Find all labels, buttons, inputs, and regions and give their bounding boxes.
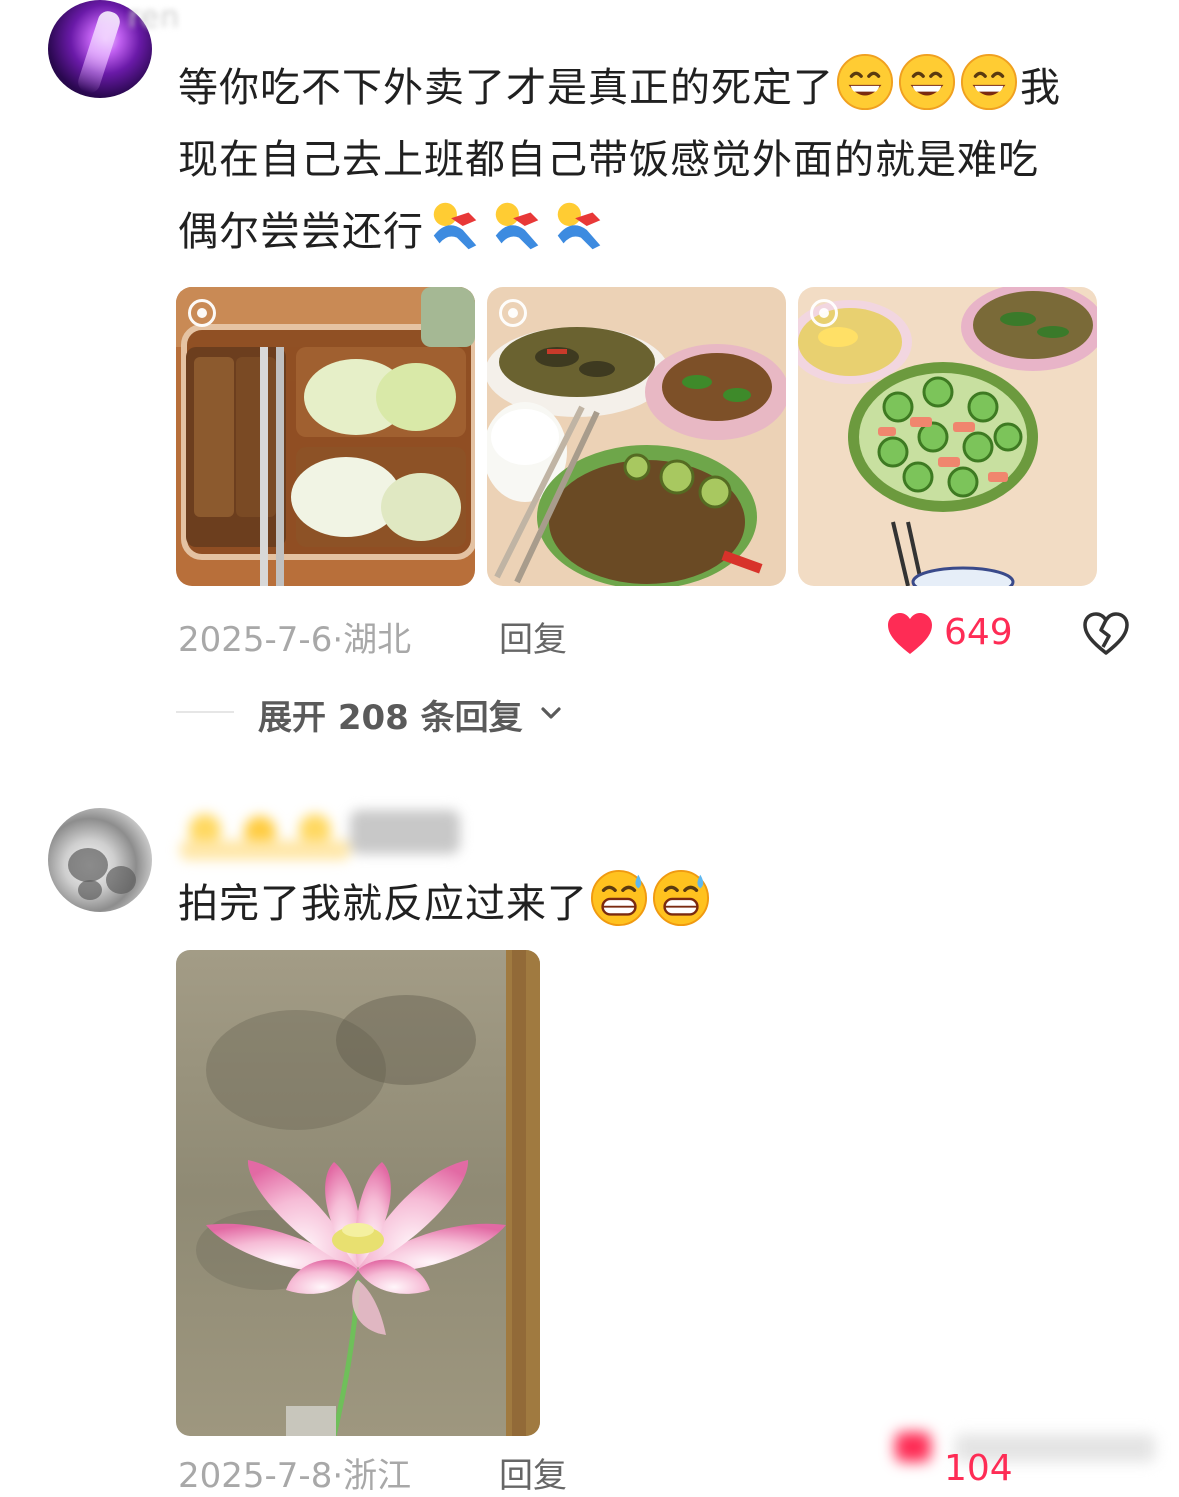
cucumber-salad-photo-image <box>798 287 1097 586</box>
comment-meta: 2025-7-6·湖北 <box>178 612 411 661</box>
divider-line <box>176 711 234 713</box>
falling-person-emoji <box>557 202 601 250</box>
cucumber-salad-photo[interactable] <box>798 287 1097 586</box>
falling-person-emoji <box>433 202 477 250</box>
comment-location: 湖北 <box>343 620 412 660</box>
grin-sweat-emoji <box>652 869 710 927</box>
grin-sweat-emoji <box>590 869 648 927</box>
meta-separator: · <box>332 1456 344 1496</box>
live-photo-icon <box>499 299 527 327</box>
heart-icon[interactable] <box>886 612 934 656</box>
live-photo-icon <box>188 299 216 327</box>
reply-button[interactable]: 回复 <box>499 1448 567 1497</box>
home-dishes-photo-image <box>487 287 786 586</box>
comment-text: 等你吃不下外卖了才是真正的死定了 我 现在自己去上班都自己带饭感觉外面的就是难吃… <box>178 52 1138 268</box>
lotus-flower-photo-image <box>176 950 540 1436</box>
watermark-blur <box>895 1428 1175 1469</box>
comment-date: 2025-7-8 <box>178 1456 333 1496</box>
grin-emoji <box>898 53 956 111</box>
like-count: 649 <box>944 612 1013 653</box>
grin-emoji <box>960 53 1018 111</box>
lunchbox-photo[interactable] <box>176 287 475 586</box>
comment-text-line: 偶尔尝尝还行 <box>178 209 424 255</box>
meta-separator: · <box>332 620 344 660</box>
username-redacted <box>180 810 460 860</box>
username[interactable]: ren <box>128 0 248 36</box>
home-dishes-photo[interactable] <box>487 287 786 586</box>
falling-person-emoji <box>495 202 539 250</box>
expand-replies-button[interactable]: 展开 208 条回复 <box>258 690 523 739</box>
grin-emoji <box>836 53 894 111</box>
comment-meta: 2025-7-8·浙江 <box>178 1448 411 1497</box>
chevron-down-icon[interactable] <box>538 700 564 726</box>
comment-text-line: 等你吃不下外卖了才是真正的死定了 <box>178 65 834 111</box>
lunchbox-photo-image <box>176 287 475 586</box>
broken-heart-icon[interactable] <box>1082 612 1130 656</box>
comment-text-line: 拍完了我就反应过来了 <box>178 881 588 927</box>
comment-text-line: 我 <box>1020 65 1061 111</box>
comment-date: 2025-7-6 <box>178 620 333 660</box>
comment-location: 浙江 <box>343 1456 412 1496</box>
reply-button[interactable]: 回复 <box>499 612 567 661</box>
comment-text-line: 现在自己去上班都自己带饭感觉外面的就是难吃 <box>178 137 1039 183</box>
live-photo-icon <box>810 299 838 327</box>
user-avatar[interactable] <box>48 808 152 912</box>
comment-text: 拍完了我就反应过来了 <box>178 868 878 940</box>
lotus-flower-photo[interactable] <box>176 950 540 1436</box>
